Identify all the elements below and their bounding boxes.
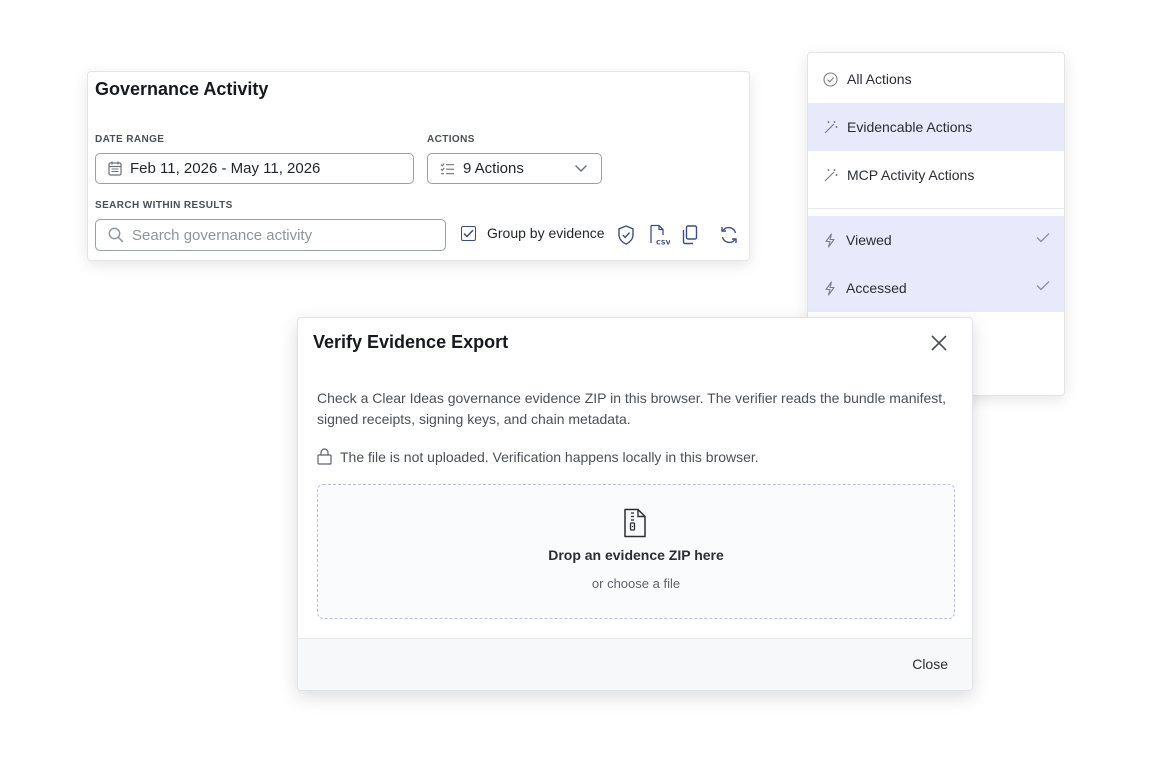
checkmark-icon [1036, 281, 1050, 291]
menu-item-accessed[interactable]: Accessed [808, 264, 1064, 312]
checkmark-icon [463, 229, 474, 238]
menu-item-all-actions[interactable]: All Actions [808, 55, 1064, 103]
search-placeholder: Search governance activity [132, 226, 313, 244]
menu-item-label: Viewed [846, 232, 892, 248]
calendar-icon [108, 161, 122, 176]
check-circle-icon [823, 71, 838, 87]
date-range-input[interactable]: Feb 11, 2026 - May 11, 2026 [95, 153, 414, 184]
menu-item-label: Accessed [846, 280, 907, 296]
governance-activity-panel: Governance Activity DATE RANGE Feb 11, 2… [87, 71, 750, 261]
modal-title: Verify Evidence Export [313, 332, 509, 352]
actions-value: 9 Actions [463, 160, 524, 177]
search-input[interactable]: Search governance activity [95, 219, 446, 251]
date-range-label: DATE RANGE [95, 134, 165, 145]
lightning-icon [825, 280, 835, 296]
menu-item-label: All Actions [847, 71, 912, 87]
file-dropzone[interactable]: Drop an evidence ZIP here or choose a fi… [317, 484, 955, 619]
shield-check-icon[interactable] [616, 224, 636, 246]
close-button[interactable]: Close [912, 656, 948, 672]
group-by-evidence-checkbox[interactable] [461, 226, 476, 241]
search-icon [108, 227, 124, 243]
choose-file-link[interactable]: or choose a file [318, 576, 954, 591]
actions-label: ACTIONS [427, 134, 475, 145]
close-icon[interactable] [930, 334, 948, 352]
group-by-evidence-label[interactable]: Group by evidence [487, 225, 605, 241]
magic-wand-icon [824, 120, 838, 133]
refresh-icon[interactable] [719, 224, 739, 246]
chevron-down-icon [575, 165, 587, 172]
modal-footer: Close [298, 638, 972, 690]
magic-wand-icon [824, 168, 838, 181]
menu-item-mcp-activity-actions[interactable]: MCP Activity Actions [808, 151, 1064, 199]
dropzone-title: Drop an evidence ZIP here [548, 547, 724, 563]
privacy-note-row: The file is not uploaded. Verification h… [317, 448, 759, 465]
search-label: SEARCH WITHIN RESULTS [95, 200, 233, 211]
menu-item-evidencable-actions[interactable]: Evidencable Actions [808, 103, 1064, 151]
menu-divider [808, 208, 1064, 209]
date-range-value: Feb 11, 2026 - May 11, 2026 [130, 160, 321, 177]
actions-select[interactable]: 9 Actions [427, 153, 602, 184]
lightning-icon [825, 232, 835, 248]
lock-icon [317, 448, 332, 465]
copy-icon[interactable] [680, 224, 700, 246]
zip-file-icon [624, 508, 646, 538]
menu-item-label: MCP Activity Actions [847, 167, 975, 183]
privacy-note: The file is not uploaded. Verification h… [340, 448, 759, 465]
list-check-icon [440, 162, 454, 174]
modal-description: Check a Clear Ideas governance evidence … [317, 390, 947, 427]
menu-item-viewed[interactable]: Viewed [808, 216, 1064, 264]
menu-item-label: Evidencable Actions [847, 119, 973, 135]
checkmark-icon [1036, 233, 1050, 243]
svg-text:CSV: CSV [656, 239, 670, 247]
panel-title: Governance Activity [95, 79, 269, 99]
csv-file-icon[interactable]: CSV [648, 224, 670, 246]
verify-evidence-modal: Verify Evidence Export Check a Clear Ide… [297, 317, 973, 691]
